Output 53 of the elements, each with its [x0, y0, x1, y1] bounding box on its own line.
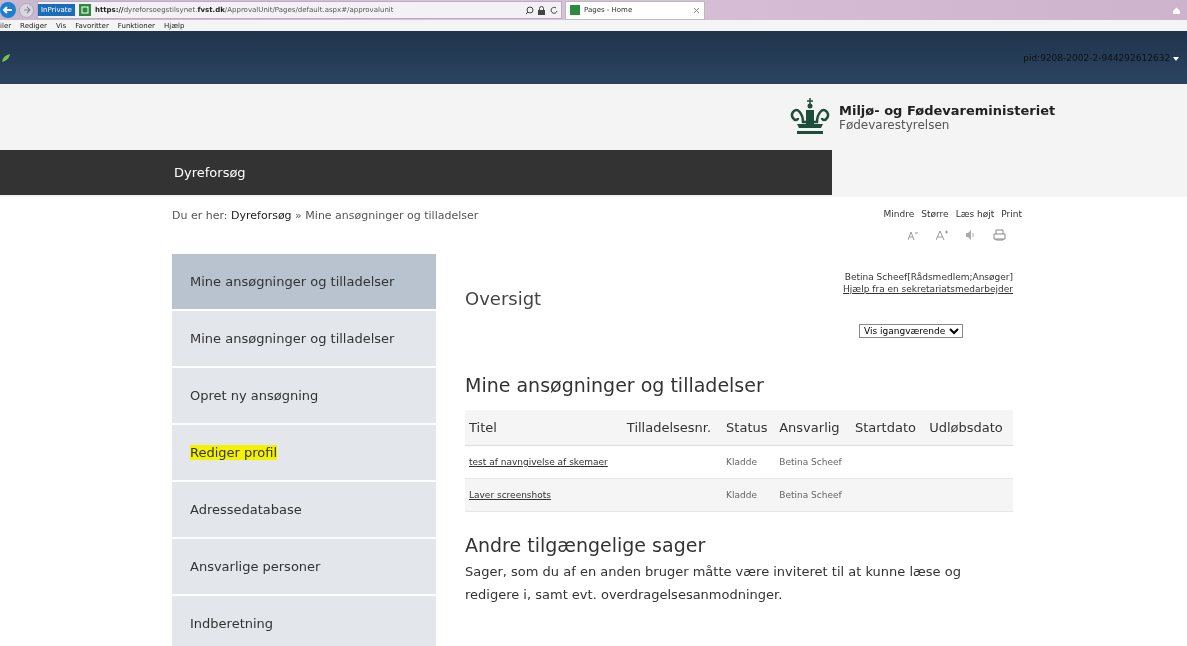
filter-dropdown[interactable]: Vis igangværende [859, 324, 963, 338]
search-icon[interactable] [525, 5, 534, 15]
column-header: Titel [465, 410, 623, 446]
lock-icon [538, 5, 545, 15]
back-button[interactable] [0, 2, 16, 18]
sidebar-item[interactable]: Mine ansøgninger og tilladelser [172, 254, 436, 309]
column-header: Startdato [850, 410, 926, 446]
table-cell: Kladde [722, 478, 776, 512]
help-link[interactable]: Hjælp fra en sekretariatsmedarbejder [843, 284, 1013, 294]
sidebar-item[interactable]: Ansvarlige personer [172, 539, 436, 594]
column-header: Ansvarlig [775, 410, 851, 446]
user-name: Betina Scheef[Rådsmedlem;Ansøger] [844, 272, 1013, 282]
speaker-icon[interactable] [965, 230, 975, 240]
column-header: Status [722, 410, 776, 446]
table-cell: Kladde [722, 445, 776, 479]
leaf-icon [2, 53, 10, 62]
right-arrow-icon [21, 5, 32, 15]
printer-icon[interactable] [992, 229, 1006, 241]
home-icon[interactable] [1172, 5, 1181, 15]
refresh-icon[interactable] [549, 5, 558, 15]
breadcrumb: Du er her: Dyreforsøg » Mine ansøgninger og tilladelser [172, 209, 479, 224]
page-title: Oversigt [465, 288, 542, 311]
table-cell: Betina Scheef [775, 478, 851, 512]
application-link[interactable]: test af navngivelse af skemaer [469, 457, 608, 467]
sidebar-item[interactable]: Rediger profil [172, 425, 436, 480]
sidebar-item[interactable]: Adressedatabase [172, 482, 436, 537]
breadcrumb-link[interactable]: Dyreforsøg [231, 209, 292, 222]
ministry-name: Miljø- og Fødevareministeriet [839, 102, 1056, 118]
tool-link[interactable]: Læs højt [955, 209, 995, 219]
left-arrow-icon [2, 4, 14, 16]
section-heading: Mine ansøgninger og tilladelser [465, 374, 765, 396]
crown-logo-icon [789, 98, 831, 136]
table-cell: Betina Scheef [775, 445, 851, 479]
sidebar-item[interactable]: Indberetning [172, 596, 436, 646]
tool-link[interactable]: Print [1001, 209, 1022, 219]
font-larger-icon[interactable] [935, 230, 948, 240]
site-icon [78, 4, 91, 16]
tool-link[interactable]: Mindre [883, 209, 915, 219]
forward-button[interactable] [19, 2, 34, 18]
nav-link[interactable]: Dyreforsøg [174, 165, 246, 180]
sidebar-item[interactable]: Mine ansøgninger og tilladelser [172, 311, 436, 366]
section-heading: Andre tilgængelige sager [465, 534, 707, 556]
close-icon[interactable] [693, 6, 700, 14]
font-smaller-icon[interactable] [907, 230, 918, 240]
column-header: Udløbsdato [925, 410, 1013, 446]
column-header: Tilladelsesnr. [622, 410, 723, 446]
caret-icon [1173, 56, 1179, 61]
sidebar-item[interactable]: Opret ny ansøgning [172, 368, 436, 423]
section-description: Sager, som du af en anden bruger måtte være inviteret til at kunne læse og redigere i, samt evt. overdragelsesanmodninger. [465, 563, 962, 604]
site-icon [570, 5, 580, 15]
agency-name: Fødevarestyrelsen [839, 117, 951, 132]
tool-link[interactable]: Større [921, 209, 949, 219]
application-link[interactable]: Laver screenshots [469, 490, 551, 500]
